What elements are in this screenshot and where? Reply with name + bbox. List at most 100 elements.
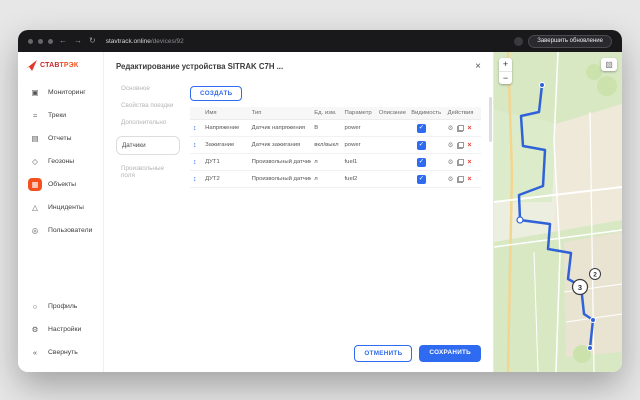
sensor-unit: вкл/выкл (311, 137, 341, 154)
copy-icon[interactable] (457, 142, 464, 149)
col-description: Описание (376, 107, 408, 120)
objects-icon: ▦ (28, 178, 42, 191)
drag-handle-icon[interactable]: ↕ (193, 176, 197, 183)
delete-icon[interactable]: × (467, 125, 471, 132)
browser-window: ← → ↻ stavtrack.online/devices/92 Заверш… (18, 30, 622, 372)
sidebar-item-geozones[interactable]: ◇ Геозоны (23, 152, 98, 171)
zoom-out-button[interactable]: − (499, 71, 512, 84)
visibility-checkbox[interactable] (417, 141, 426, 150)
sensor-type: Датчик напряжения (249, 120, 312, 137)
sidebar-item-objects[interactable]: ▦ Объекты (23, 175, 98, 194)
sidebar-item-tracks[interactable]: ≈ Треки (23, 106, 98, 125)
back-button[interactable]: ← (58, 37, 68, 45)
monitoring-icon: ▣ (28, 86, 42, 99)
window-minimize-button[interactable] (38, 39, 43, 44)
map-panel[interactable]: 2 3 + − ▧ (494, 52, 622, 372)
sidebar-spacer (18, 242, 103, 295)
logo: СТАВТРЭК (18, 58, 103, 81)
col-type: Тип (249, 107, 312, 120)
sidebar-item-incidents[interactable]: △ Инциденты (23, 198, 98, 217)
create-button[interactable]: СОЗДАТЬ (190, 86, 242, 101)
cluster-marker-2[interactable]: 2 (590, 269, 601, 280)
sensor-description (376, 171, 408, 188)
sensor-settings-icon[interactable]: ⚙ (448, 158, 454, 166)
route-end-marker[interactable] (588, 346, 593, 351)
drag-handle-icon[interactable]: ↕ (193, 142, 197, 149)
visibility-checkbox[interactable] (417, 175, 426, 184)
drag-handle-icon[interactable]: ↕ (193, 125, 197, 132)
sensor-settings-icon[interactable]: ⚙ (448, 175, 454, 183)
table-header-row: Имя Тип Ед. изм. Параметр Описание Видим… (190, 107, 481, 120)
sensor-name: ДУТ1 (202, 154, 248, 171)
tab-main[interactable]: Основное (116, 85, 180, 92)
copy-icon[interactable] (457, 125, 464, 132)
map-urban-area (554, 104, 622, 237)
col-name: Имя (202, 107, 248, 120)
finish-update-button[interactable]: Завершить обновление (528, 35, 612, 48)
sidebar-item-monitoring[interactable]: ▣ Мониторинг (23, 83, 98, 102)
sensor-param: power (342, 137, 376, 154)
waypoint-marker[interactable] (517, 217, 523, 223)
sidebar-item-settings[interactable]: ⚙ Настройки (23, 320, 98, 339)
close-icon[interactable]: × (475, 62, 481, 72)
extension-icon[interactable] (514, 37, 523, 46)
logo-text: СТАВТРЭК (40, 62, 78, 69)
copy-icon[interactable] (457, 176, 464, 183)
sensor-settings-icon[interactable]: ⚙ (448, 124, 454, 132)
scrollbar[interactable] (489, 97, 492, 142)
device-edit-modal: Редактирование устройства SITRAK C7H ...… (104, 52, 494, 372)
sensor-settings-icon[interactable]: ⚙ (448, 141, 454, 149)
sidebar: СТАВТРЭК ▣ Мониторинг ≈ Треки ▤ Отчеты ◇… (18, 52, 104, 372)
address-bar[interactable]: stavtrack.online/devices/92 (106, 38, 510, 45)
sensor-description (376, 120, 408, 137)
delete-icon[interactable]: × (467, 176, 471, 183)
browser-titlebar: ← → ↻ stavtrack.online/devices/92 Заверш… (18, 30, 622, 52)
refresh-button[interactable]: ↻ (88, 37, 97, 45)
col-unit: Ед. изм. (311, 107, 341, 120)
tracks-icon: ≈ (28, 109, 42, 122)
window-maximize-button[interactable] (48, 39, 53, 44)
col-param: Параметр (342, 107, 376, 120)
visibility-checkbox[interactable] (417, 124, 426, 133)
sidebar-item-profile[interactable]: ○ Профиль (23, 297, 98, 316)
sidebar-item-label: Пользователи (48, 227, 92, 234)
geozones-icon: ◇ (28, 155, 42, 168)
save-button[interactable]: СОХРАНИТЬ (419, 345, 481, 362)
delete-icon[interactable]: × (467, 142, 471, 149)
route-point-marker[interactable] (591, 318, 596, 323)
tab-sensors[interactable]: Датчики (116, 136, 180, 155)
sensor-name: Зажигание (202, 137, 248, 154)
window-close-button[interactable] (28, 39, 33, 44)
tab-additional[interactable]: Дополнительно (116, 119, 180, 126)
modal-tabs: Основное Свойства поездки Дополнительно … (116, 82, 180, 188)
map-green-area (494, 110, 556, 202)
layers-control[interactable]: ▧ (601, 58, 617, 71)
forward-button[interactable]: → (73, 37, 83, 45)
tab-custom-fields[interactable]: Произвольные поля (116, 165, 180, 179)
sidebar-item-reports[interactable]: ▤ Отчеты (23, 129, 98, 148)
copy-icon[interactable] (457, 159, 464, 166)
sensor-type: Произвольный датчик (249, 171, 312, 188)
tab-trip-properties[interactable]: Свойства поездки (116, 102, 180, 109)
col-drag (190, 107, 202, 120)
sidebar-item-users[interactable]: ◎ Пользователи (23, 221, 98, 240)
users-icon: ◎ (28, 224, 42, 237)
sensor-name: Напряжение (202, 120, 248, 137)
cancel-button[interactable]: ОТМЕНИТЬ (354, 345, 412, 362)
delete-icon[interactable]: × (467, 159, 471, 166)
app-root: СТАВТРЭК ▣ Мониторинг ≈ Треки ▤ Отчеты ◇… (18, 52, 622, 372)
map-canvas[interactable]: 2 3 (494, 52, 622, 372)
drag-handle-icon[interactable]: ↕ (193, 159, 197, 166)
cluster-marker-3[interactable]: 3 (573, 280, 588, 295)
url-path: /devices/92 (151, 38, 184, 45)
route-start-marker[interactable] (540, 83, 545, 88)
map-zoom-controls: + − (499, 58, 512, 84)
sensor-type: Датчик зажигания (249, 137, 312, 154)
sidebar-item-collapse[interactable]: « Свернуть (23, 343, 98, 362)
profile-icon: ○ (28, 300, 42, 313)
sensor-description (376, 154, 408, 171)
sensor-param: fuel2 (342, 171, 376, 188)
visibility-checkbox[interactable] (417, 158, 426, 167)
sensor-row: ↕ Зажигание Датчик зажигания вкл/выкл po… (190, 137, 481, 154)
zoom-in-button[interactable]: + (499, 58, 512, 71)
